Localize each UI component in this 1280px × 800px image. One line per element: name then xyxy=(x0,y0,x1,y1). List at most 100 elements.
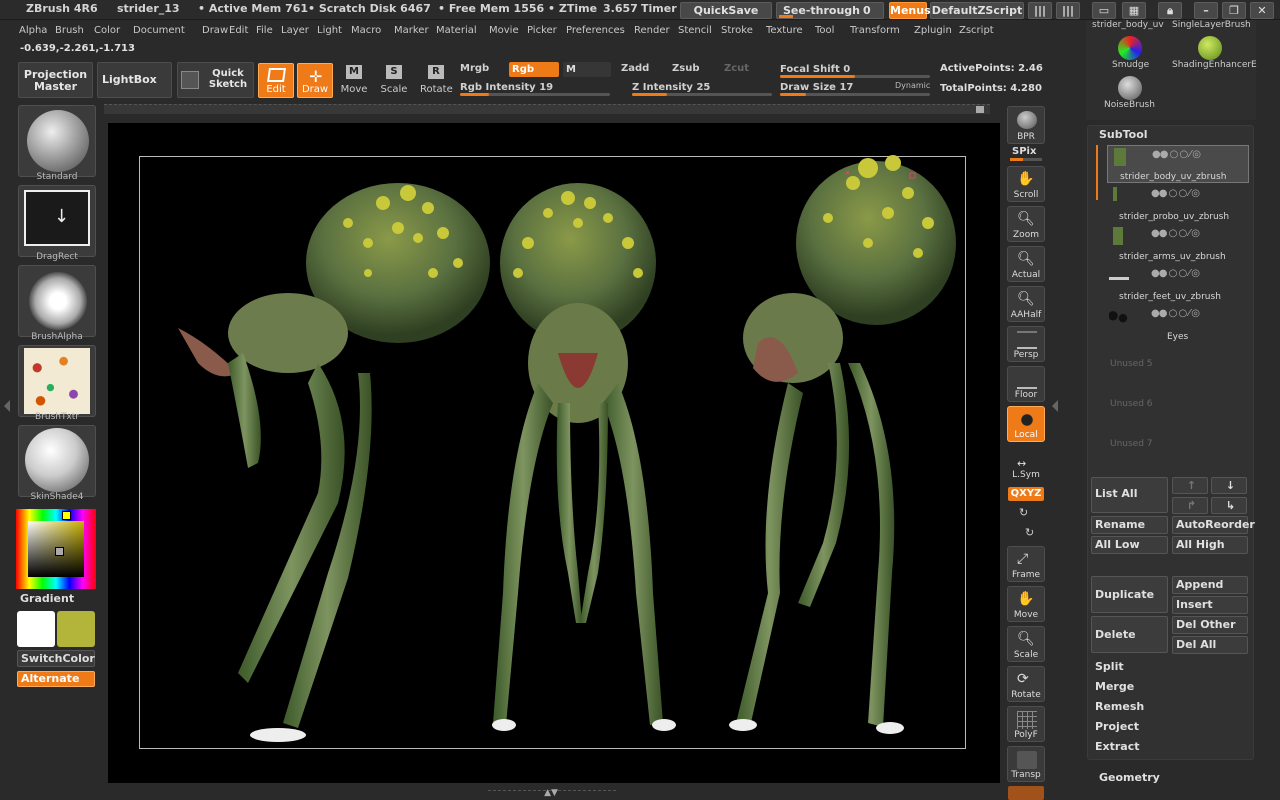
move-up-icon[interactable]: ↑ xyxy=(1172,477,1208,494)
projection-master-button[interactable]: Projection Master xyxy=(18,62,93,98)
layout-right-icon[interactable]: ||| xyxy=(1056,2,1080,19)
menu-stroke[interactable]: Stroke xyxy=(721,25,753,36)
menu-tool[interactable]: Tool xyxy=(815,25,834,36)
zcut-button[interactable]: Zcut xyxy=(724,63,749,74)
menu-texture[interactable]: Texture xyxy=(766,25,803,36)
menu-draw[interactable]: Draw xyxy=(202,25,228,36)
subtool-row[interactable]: ●● ○ ○ ⁄ ◎ strider_feet_uv_zbrush xyxy=(1107,265,1249,303)
menu-file[interactable]: File xyxy=(256,25,273,36)
shading-enhancer-label[interactable]: ShadingEnhancerE xyxy=(1172,60,1257,70)
doc-icon[interactable]: ▭ xyxy=(1092,2,1116,19)
menus-button[interactable]: Menus xyxy=(889,2,931,19)
geometry-header[interactable]: Geometry xyxy=(1099,771,1160,784)
menu-render[interactable]: Render xyxy=(634,25,670,36)
subtool-toggle-icons[interactable]: ●● ○ ○ ⁄ ◎ xyxy=(1152,149,1201,160)
subtool-toggle-icons[interactable]: ●● ○ ○ ⁄ ◎ xyxy=(1151,308,1200,319)
extract-menu[interactable]: Extract xyxy=(1095,740,1140,753)
shading-enhancer-icon[interactable] xyxy=(1198,36,1222,60)
menu-document[interactable]: Document xyxy=(133,25,185,36)
document-canvas[interactable] xyxy=(108,123,1000,783)
switch-color-button[interactable]: SwitchColor xyxy=(17,650,95,667)
auto-reorder-button[interactable]: AutoReorder xyxy=(1172,516,1255,534)
spix-label[interactable]: SPix xyxy=(1012,146,1036,157)
secondary-color-swatch[interactable] xyxy=(57,611,95,647)
menu-alpha[interactable]: Alpha xyxy=(19,25,47,36)
menu-color[interactable]: Color xyxy=(94,25,120,36)
subtool-row[interactable]: ●● ○ ○ ⁄ ◎ strider_probo_uv_zbrush xyxy=(1107,185,1249,223)
menu-zplugin[interactable]: Zplugin xyxy=(914,25,952,36)
menu-material[interactable]: Material xyxy=(436,25,477,36)
canvas-corner-handle[interactable] xyxy=(976,106,984,113)
subtool-toggle-icons[interactable]: ●● ○ ○ ⁄ ◎ xyxy=(1151,188,1200,199)
material-button[interactable] xyxy=(18,425,96,497)
scale-button[interactable]: S Scale xyxy=(380,64,408,96)
rotate-z-icon[interactable]: ↻ xyxy=(1025,526,1034,539)
menu-preferences[interactable]: Preferences xyxy=(566,25,625,36)
single-layer-brush-label[interactable]: SingleLayerBrush xyxy=(1172,20,1251,30)
append-button[interactable]: Append xyxy=(1172,576,1248,594)
collapse-right-icon[interactable] xyxy=(1052,400,1058,412)
all-low-button[interactable]: All Low xyxy=(1091,536,1168,554)
lightbox-button[interactable]: LightBox xyxy=(97,62,172,98)
subtool-toggle-icons[interactable]: ●● ○ ○ ⁄ ◎ xyxy=(1151,268,1200,279)
subtool-scroll-indicator[interactable] xyxy=(1096,145,1098,200)
list-all-button[interactable]: List All xyxy=(1091,477,1168,513)
draw-size-slider[interactable]: Draw Size 17 Dynamic xyxy=(780,80,930,97)
lock-icon[interactable]: 🔒︎ xyxy=(1158,2,1182,19)
del-other-button[interactable]: Del Other xyxy=(1172,616,1248,634)
actual-button[interactable]: 🔍︎ Actual xyxy=(1007,246,1045,282)
zadd-button[interactable]: Zadd xyxy=(621,63,649,74)
smudge-brush-icon[interactable] xyxy=(1118,36,1142,60)
unused-slot[interactable]: Unused 6 xyxy=(1110,399,1153,409)
move-back-icon[interactable]: ↱ xyxy=(1172,497,1208,514)
minimize-icon[interactable]: – xyxy=(1194,2,1218,19)
menu-transform[interactable]: Transform xyxy=(850,25,900,36)
menu-stencil[interactable]: Stencil xyxy=(678,25,712,36)
move-down-icon[interactable]: ↓ xyxy=(1211,477,1247,494)
menu-light[interactable]: Light xyxy=(317,25,342,36)
remesh-menu[interactable]: Remesh xyxy=(1095,700,1144,713)
menu-macro[interactable]: Macro xyxy=(351,25,381,36)
aahalf-button[interactable]: 🔍︎ AAHalf xyxy=(1007,286,1045,322)
duplicate-button[interactable]: Duplicate xyxy=(1091,576,1168,613)
default-zscript-button[interactable]: DefaultZScript xyxy=(930,2,1024,19)
noise-brush-label[interactable]: NoiseBrush xyxy=(1104,100,1155,110)
subtool-row[interactable]: ●● ○ ○ ⁄ ◎ strider_arms_uv_zbrush xyxy=(1107,225,1249,263)
local-button[interactable]: Local xyxy=(1007,406,1045,442)
mrgb-button[interactable]: Mrgb xyxy=(460,63,489,74)
scale-view-button[interactable]: 🔍︎ Scale xyxy=(1007,626,1045,662)
move-view-button[interactable]: ✋ Move xyxy=(1007,586,1045,622)
menu-layer[interactable]: Layer xyxy=(281,25,309,36)
transp-button[interactable]: Transp xyxy=(1007,746,1045,782)
dragrect-stroke-button[interactable]: ↓ xyxy=(18,185,96,257)
standard-brush-button[interactable] xyxy=(18,105,96,177)
subtool-row[interactable]: ●● ○ ○ ⁄ ◎ Eyes xyxy=(1107,305,1249,343)
edit-button[interactable]: Edit xyxy=(258,63,294,98)
quicksave-button[interactable]: QuickSave xyxy=(680,2,772,19)
strider-body-uv-label[interactable]: strider_body_uv xyxy=(1092,20,1164,30)
delete-button[interactable]: Delete xyxy=(1091,616,1168,653)
menu-brush[interactable]: Brush xyxy=(55,25,84,36)
unused-slot[interactable]: Unused 7 xyxy=(1110,439,1153,449)
rename-button[interactable]: Rename xyxy=(1091,516,1168,534)
xyz-toggle[interactable]: QXYZ xyxy=(1008,487,1044,501)
move-button[interactable]: M Move xyxy=(340,64,368,96)
m-button[interactable]: M xyxy=(563,62,611,77)
brush-alpha-button[interactable] xyxy=(18,265,96,337)
noise-brush-icon[interactable] xyxy=(1118,76,1142,100)
persp-button[interactable]: Persp xyxy=(1007,326,1045,362)
move-forward-icon[interactable]: ↳ xyxy=(1211,497,1247,514)
gradient-label[interactable]: Gradient xyxy=(20,592,74,605)
bpr-button[interactable]: BPR xyxy=(1007,106,1045,144)
restore-icon[interactable]: ❐ xyxy=(1222,2,1246,19)
brush-texture-button[interactable] xyxy=(18,345,96,417)
all-high-button[interactable]: All High xyxy=(1172,536,1248,554)
main-color-swatch[interactable] xyxy=(17,611,55,647)
quick-sketch-button[interactable]: Quick Sketch xyxy=(177,62,254,98)
expand-bottom-icon[interactable]: ▲▼ xyxy=(541,789,561,798)
lsym-button[interactable]: ↔ L.Sym xyxy=(1007,452,1045,482)
color-picker[interactable] xyxy=(16,509,96,589)
frame-button[interactable]: ⤢ Frame xyxy=(1007,546,1045,582)
subtool-toggle-icons[interactable]: ●● ○ ○ ⁄ ◎ xyxy=(1151,228,1200,239)
focal-shift-slider[interactable]: Focal Shift 0 xyxy=(780,62,930,79)
